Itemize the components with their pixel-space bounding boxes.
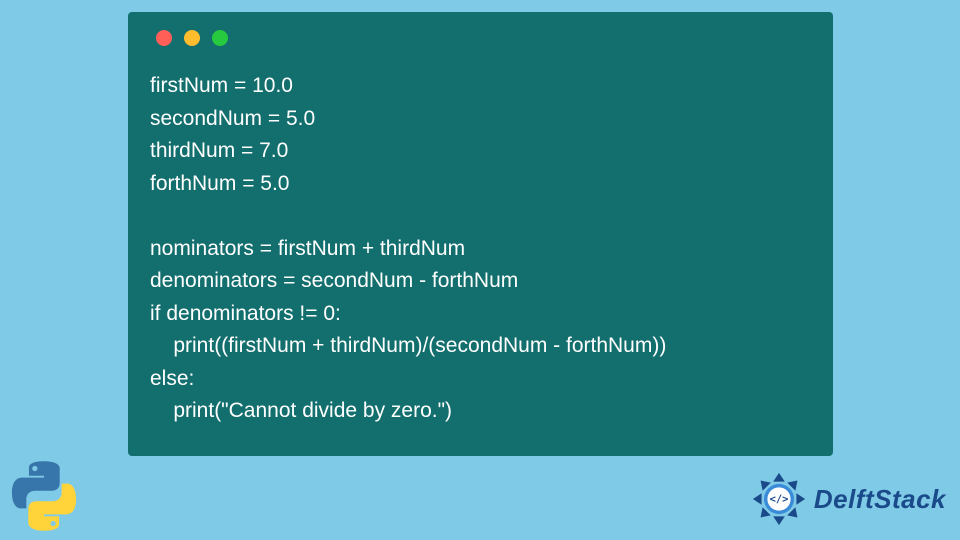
- brand: </> DelftStack: [750, 470, 946, 528]
- window-controls: [156, 30, 811, 46]
- maximize-icon: [212, 30, 228, 46]
- brand-name: DelftStack: [814, 484, 946, 515]
- code-block: firstNum = 10.0 secondNum = 5.0 thirdNum…: [150, 70, 811, 428]
- code-window: firstNum = 10.0 secondNum = 5.0 thirdNum…: [128, 12, 833, 456]
- python-logo-icon: [8, 460, 80, 532]
- svg-text:</>: </>: [769, 493, 788, 505]
- minimize-icon: [184, 30, 200, 46]
- close-icon: [156, 30, 172, 46]
- brand-badge-icon: </>: [750, 470, 808, 528]
